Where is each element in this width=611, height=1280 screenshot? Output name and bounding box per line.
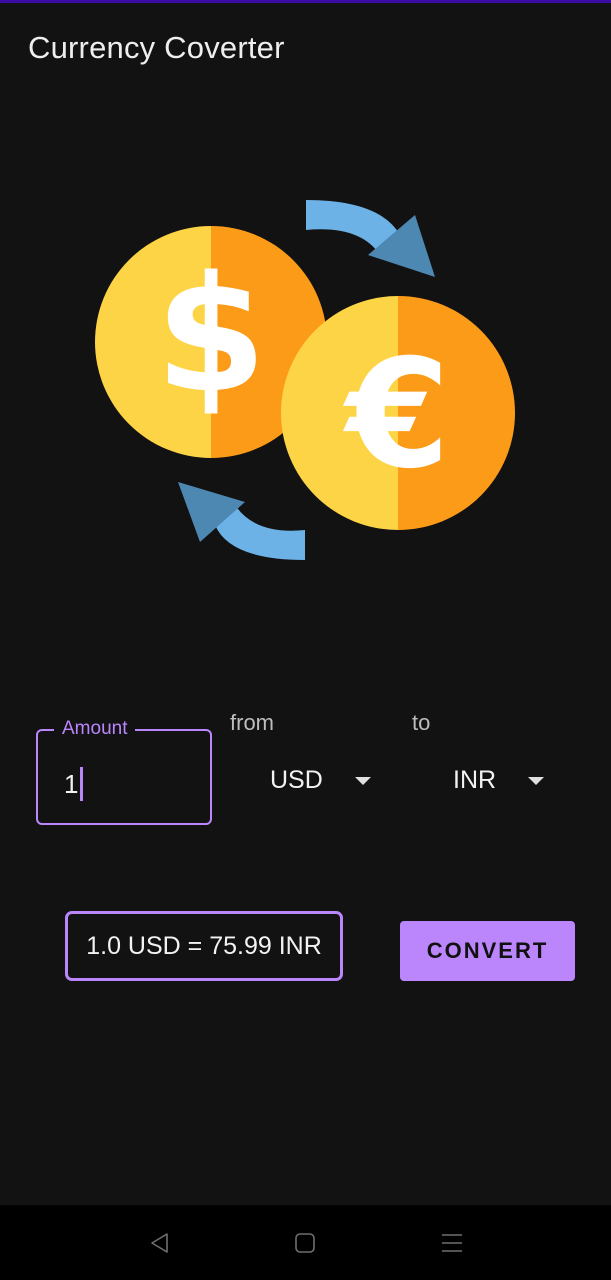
dropdown-arrow-icon [354,776,371,785]
from-label: from [230,710,274,735]
svg-text:€: € [343,328,450,502]
euro-coin-icon: € [281,296,515,530]
navigation-bar [0,1205,611,1280]
status-accent-bar [0,0,611,3]
to-currency-value: INR [453,766,497,794]
convert-button[interactable]: CONVERT [400,921,575,981]
currency-exchange-illustration: $ € [95,200,515,560]
back-icon[interactable] [148,1231,172,1255]
amount-value[interactable]: 1 [64,767,84,801]
menu-icon[interactable] [440,1231,464,1255]
home-icon[interactable] [293,1231,317,1255]
from-currency-dropdown[interactable]: USD [270,766,371,795]
to-currency-dropdown[interactable]: INR [453,766,545,795]
amount-text: 1 [64,768,79,799]
to-label: to [412,710,431,735]
text-cursor [80,767,84,801]
svg-text:$: $ [155,241,266,428]
exchange-arrow-bottom-icon [178,482,305,560]
from-currency-value: USD [270,766,323,794]
app-title: Currency Coverter [28,30,285,65]
exchange-arrow-top-icon [306,200,435,277]
amount-label: Amount [54,718,136,740]
dropdown-arrow-icon [528,776,545,785]
conversion-result: 1.0 USD = 75.99 INR [65,911,343,981]
amount-input[interactable]: Amount 1 [36,718,212,825]
